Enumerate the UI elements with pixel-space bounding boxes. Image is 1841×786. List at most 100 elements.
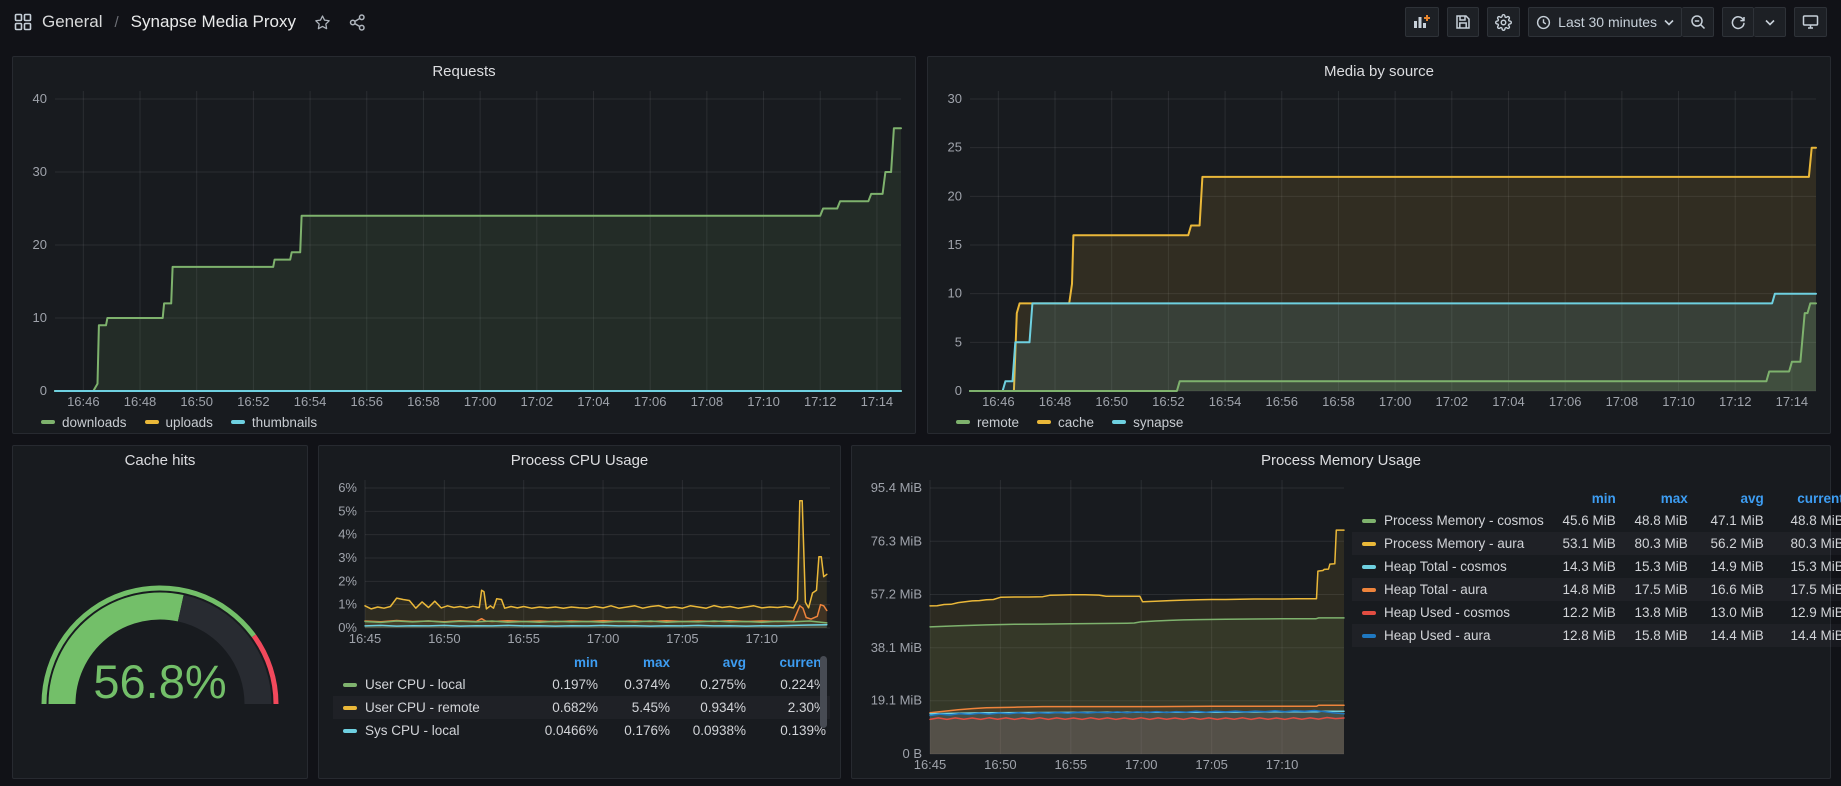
- series-label: Heap Used - cosmos: [1384, 605, 1510, 620]
- process-cpu-chart[interactable]: 16:4516:5016:5517:0017:0517:100%1%2%3%4%…: [319, 476, 840, 648]
- legend-table-header-max[interactable]: max: [1620, 488, 1692, 509]
- legend-item-remote[interactable]: remote: [956, 415, 1019, 430]
- svg-text:16:48: 16:48: [124, 394, 157, 409]
- stat-current: 14.4 MiB: [1768, 624, 1841, 647]
- legend-color-chip: [1362, 611, 1376, 615]
- panel-title-cache-hits[interactable]: Cache hits: [13, 446, 307, 476]
- legend-series-Heap Total - cosmos[interactable]: Heap Total - cosmos: [1352, 555, 1548, 578]
- legend-series-Process Memory - aura[interactable]: Process Memory - aura: [1352, 532, 1548, 555]
- svg-text:17:12: 17:12: [804, 394, 837, 409]
- stat-avg: 0.275%: [674, 673, 750, 696]
- process-memory-chart[interactable]: 16:4516:5016:5517:0017:0517:100 B19.1 Mi…: [852, 476, 1352, 774]
- legend-item-cache[interactable]: cache: [1037, 415, 1094, 430]
- stat-current: 17.5 MiB: [1768, 578, 1841, 601]
- legend-item-synapse[interactable]: synapse: [1112, 415, 1183, 430]
- svg-text:15: 15: [948, 237, 962, 252]
- star-icon[interactable]: [314, 14, 331, 31]
- stat-current: 15.3 MiB: [1768, 555, 1841, 578]
- legend-series-User CPU - local[interactable]: User CPU - local: [333, 673, 530, 696]
- svg-text:17:00: 17:00: [464, 394, 497, 409]
- svg-text:16:55: 16:55: [507, 631, 540, 646]
- svg-text:17:00: 17:00: [587, 631, 620, 646]
- legend-item-thumbnails[interactable]: thumbnails: [231, 415, 317, 430]
- legend-series-Heap Total - aura[interactable]: Heap Total - aura: [1352, 578, 1548, 601]
- legend-color-chip: [343, 706, 357, 710]
- svg-text:16:58: 16:58: [407, 394, 440, 409]
- svg-text:0 B: 0 B: [902, 746, 922, 761]
- requests-chart[interactable]: 16:4616:4816:5016:5216:5416:5616:5817:00…: [13, 87, 915, 411]
- svg-text:30: 30: [948, 91, 962, 106]
- legend-table-header-max[interactable]: max: [602, 652, 674, 673]
- legend-table-header-current[interactable]: current: [1768, 488, 1841, 509]
- svg-text:0: 0: [955, 383, 962, 398]
- legend-table-header-avg[interactable]: avg: [1692, 488, 1768, 509]
- stat-avg: 16.6 MiB: [1692, 578, 1768, 601]
- media-by-source-chart[interactable]: 16:4616:4816:5016:5216:5416:5616:5817:00…: [928, 87, 1830, 411]
- legend-item-uploads[interactable]: uploads: [145, 415, 213, 430]
- svg-text:16:55: 16:55: [1055, 757, 1088, 772]
- stat-min: 0.197%: [530, 673, 602, 696]
- stat-current: 48.8 MiB: [1768, 509, 1841, 532]
- refresh-button[interactable]: [1722, 7, 1754, 37]
- legend-color-chip: [41, 420, 55, 424]
- legend-table-header-min[interactable]: min: [1548, 488, 1620, 509]
- stat-avg: 14.9 MiB: [1692, 555, 1768, 578]
- stat-max: 15.3 MiB: [1620, 555, 1692, 578]
- stat-avg: 56.2 MiB: [1692, 532, 1768, 555]
- cycle-view-mode-button[interactable]: [1794, 7, 1827, 37]
- panel-title-requests[interactable]: Requests: [13, 57, 915, 87]
- svg-text:17:14: 17:14: [1776, 394, 1809, 409]
- legend-color-chip: [1037, 420, 1051, 424]
- svg-text:6%: 6%: [338, 480, 357, 495]
- refresh-interval-dropdown[interactable]: [1754, 7, 1786, 37]
- series-label: User CPU - remote: [365, 700, 480, 715]
- svg-text:17:00: 17:00: [1125, 757, 1158, 772]
- legend-series-User CPU - remote[interactable]: User CPU - remote: [333, 696, 530, 719]
- legend-table-header-min[interactable]: min: [530, 652, 602, 673]
- legend-scrollbar[interactable]: [820, 656, 827, 728]
- dashboard-settings-button[interactable]: [1487, 7, 1520, 37]
- svg-text:38.1 MiB: 38.1 MiB: [871, 640, 922, 655]
- svg-text:16:46: 16:46: [982, 394, 1015, 409]
- legend-series-Sys CPU - local[interactable]: Sys CPU - local: [333, 719, 530, 742]
- time-range-picker[interactable]: Last 30 minutes: [1528, 7, 1682, 37]
- series-label: Heap Used - aura: [1384, 628, 1491, 643]
- svg-text:16:56: 16:56: [350, 394, 383, 409]
- legend-item-downloads[interactable]: downloads: [41, 415, 127, 430]
- apps-icon[interactable]: [14, 13, 32, 31]
- requests-legend: downloads uploads thumbnails: [13, 411, 915, 433]
- save-dashboard-button[interactable]: [1447, 7, 1479, 37]
- zoom-out-button[interactable]: [1682, 7, 1714, 37]
- panel-title-process-memory[interactable]: Process Memory Usage: [852, 446, 1830, 476]
- series-label: Process Memory - cosmos: [1384, 513, 1544, 528]
- svg-text:17:10: 17:10: [747, 394, 780, 409]
- legend-color-chip: [145, 420, 159, 424]
- svg-text:76.3 MiB: 76.3 MiB: [871, 533, 922, 548]
- legend-label: downloads: [62, 415, 127, 430]
- legend-color-chip: [1362, 588, 1376, 592]
- legend-series-Heap Used - cosmos[interactable]: Heap Used - cosmos: [1352, 601, 1548, 624]
- legend-color-chip: [1362, 519, 1376, 523]
- breadcrumb-folder[interactable]: General: [42, 12, 102, 32]
- legend-table-header-current[interactable]: current: [750, 652, 830, 673]
- add-panel-button[interactable]: [1405, 7, 1439, 37]
- legend-table-header-avg[interactable]: avg: [674, 652, 750, 673]
- legend-table-corner: [1352, 488, 1548, 509]
- clock-icon: [1536, 15, 1551, 30]
- legend-color-chip: [1112, 420, 1126, 424]
- svg-text:16:46: 16:46: [67, 394, 100, 409]
- svg-text:17:06: 17:06: [1549, 394, 1582, 409]
- legend-series-Process Memory - cosmos[interactable]: Process Memory - cosmos: [1352, 509, 1548, 532]
- series-label: Process Memory - aura: [1384, 536, 1524, 551]
- legend-color-chip: [1362, 634, 1376, 638]
- panel-cache-hits: Cache hits 56.8%: [12, 445, 308, 779]
- stat-current: 80.3 MiB: [1768, 532, 1841, 555]
- breadcrumb: General / Synapse Media Proxy: [14, 12, 366, 32]
- panel-title-process-cpu[interactable]: Process CPU Usage: [319, 446, 840, 476]
- legend-series-Heap Used - aura[interactable]: Heap Used - aura: [1352, 624, 1548, 647]
- svg-text:17:00: 17:00: [1379, 394, 1412, 409]
- legend-label: uploads: [166, 415, 213, 430]
- share-icon[interactable]: [349, 14, 366, 31]
- panel-title-media-by-source[interactable]: Media by source: [928, 57, 1830, 87]
- dashboard-title[interactable]: Synapse Media Proxy: [131, 12, 296, 32]
